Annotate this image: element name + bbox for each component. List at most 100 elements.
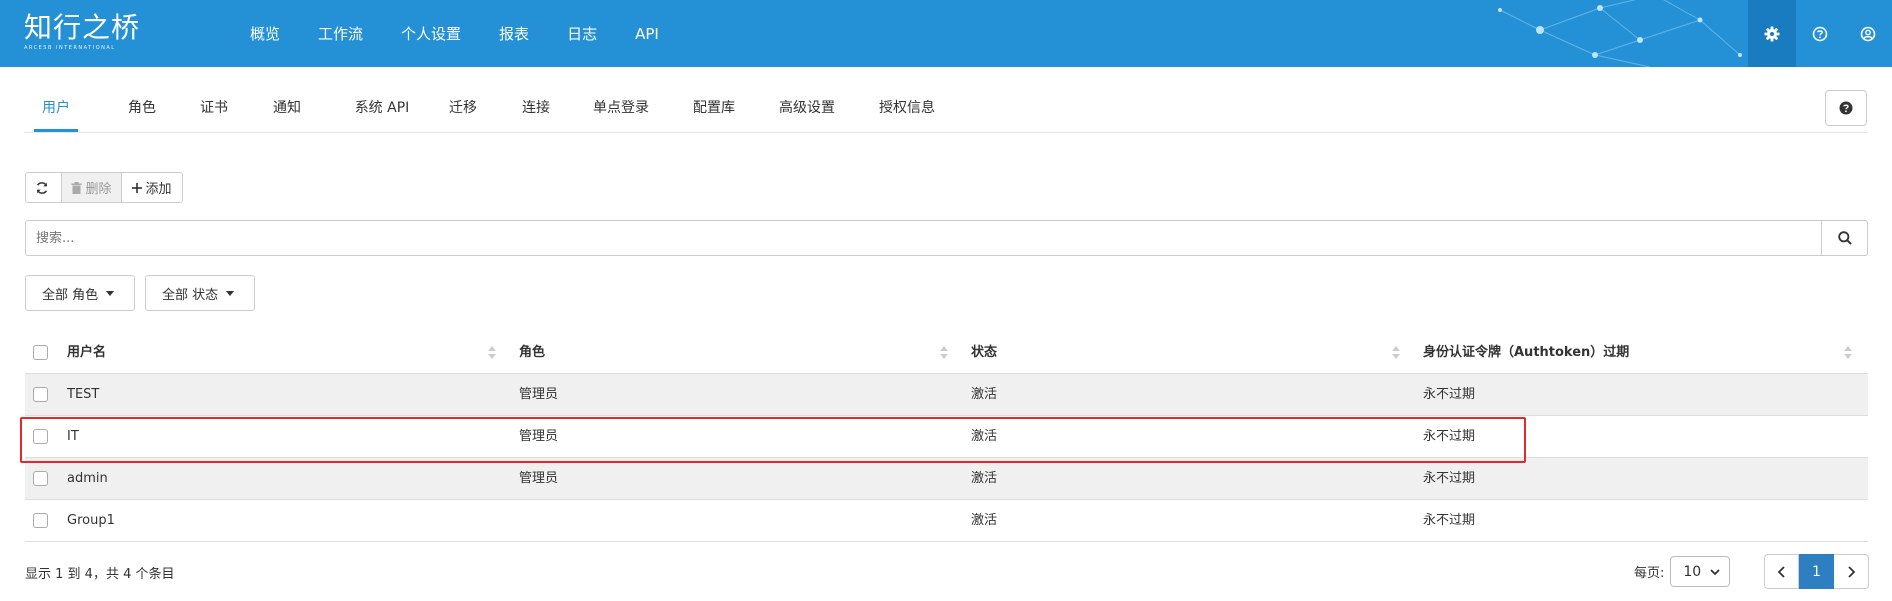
tab-connections[interactable]: 连接: [514, 90, 558, 132]
page-button-current[interactable]: 1: [1799, 554, 1834, 589]
settings-button[interactable]: [1748, 0, 1796, 67]
cell-role: 管理员: [519, 429, 559, 444]
caret-down-icon: [226, 290, 235, 296]
table-row[interactable]: admin 管理员 激活 永不过期: [25, 458, 1868, 500]
row-checkbox[interactable]: [33, 513, 48, 528]
tab-migration[interactable]: 迁移: [441, 90, 485, 132]
cell-username: IT: [67, 429, 79, 444]
chevron-right-icon: [1848, 565, 1856, 578]
per-page-value: 10: [1683, 563, 1702, 580]
filters: 全部 角色 全部 状态: [25, 275, 265, 311]
row-checkbox[interactable]: [33, 429, 48, 444]
pagination: 1: [1764, 554, 1869, 589]
column-header-role[interactable]: 角色: [519, 332, 959, 373]
main-nav: 概览 工作流 个人设置 报表 日志 API: [250, 0, 697, 67]
per-page-label: 每页:: [1634, 566, 1665, 581]
chevron-left-icon: [1777, 565, 1785, 578]
refresh-icon: [36, 181, 48, 194]
add-button[interactable]: 添加: [122, 172, 183, 203]
cell-authtoken-expiry: 永不过期: [1423, 387, 1476, 402]
cell-authtoken-expiry: 永不过期: [1423, 513, 1476, 528]
user-circle-icon: [1860, 26, 1876, 41]
column-header-username[interactable]: 用户名: [67, 332, 507, 373]
nav-logs[interactable]: 日志: [567, 23, 597, 44]
cell-status: 激活: [971, 429, 998, 444]
network-decoration: [1498, 0, 1742, 67]
search-input[interactable]: [25, 220, 1822, 256]
logo[interactable]: 知行之桥 ARCESB INTERNATIONAL: [24, 12, 140, 52]
row-checkbox[interactable]: [33, 387, 48, 402]
nav-workflow[interactable]: 工作流: [318, 23, 363, 44]
table-header-row: 用户名 角色 状态 身份认证令牌（Authtoken）过期: [25, 332, 1868, 374]
pagination-summary: 显示 1 到 4，共 4 个条目: [25, 567, 175, 582]
cell-role: [519, 500, 959, 541]
users-table: 用户名 角色 状态 身份认证令牌（Authtoken）过期 TEST 管理员 激…: [25, 332, 1868, 542]
cell-authtoken-expiry: 永不过期: [1423, 471, 1476, 486]
prev-page-button[interactable]: [1764, 554, 1799, 589]
table-toolbar: 删除 添加: [25, 172, 183, 203]
cell-status: 激活: [971, 513, 998, 528]
tab-notifications[interactable]: 通知: [265, 90, 309, 132]
status-filter-label: 全部 状态: [162, 287, 219, 303]
top-navbar: 知行之桥 ARCESB INTERNATIONAL 概览 工作流 个人设置 报表…: [0, 0, 1892, 67]
search-icon: [1837, 231, 1852, 245]
sort-icon[interactable]: [940, 344, 948, 362]
caret-down-icon: [106, 290, 115, 296]
nav-reports[interactable]: 报表: [499, 23, 529, 44]
page-help-button[interactable]: [1825, 90, 1867, 126]
sort-icon[interactable]: [488, 344, 496, 362]
tab-roles[interactable]: 角色: [120, 90, 164, 132]
gear-icon: [1764, 26, 1780, 41]
column-header-status[interactable]: 状态: [971, 332, 1411, 373]
select-all-checkbox[interactable]: [33, 345, 48, 360]
tab-license-info[interactable]: 授权信息: [871, 90, 943, 132]
cell-username: Group1: [67, 513, 115, 528]
cell-username: TEST: [67, 387, 100, 402]
cell-username: admin: [67, 471, 108, 486]
refresh-button[interactable]: [25, 172, 62, 203]
add-label: 添加: [145, 182, 172, 197]
settings-tabs: 用户 角色 证书 通知 系统 API 迁移 连接 单点登录 配置库 高级设置 授…: [24, 90, 1868, 133]
table-row[interactable]: TEST 管理员 激活 永不过期: [25, 374, 1868, 416]
search-button[interactable]: [1822, 220, 1868, 256]
next-page-button[interactable]: [1834, 554, 1869, 589]
tab-advanced-settings[interactable]: 高级设置: [771, 90, 843, 132]
per-page-select[interactable]: 10: [1670, 556, 1731, 587]
plus-icon: [132, 182, 143, 193]
tab-system-api[interactable]: 系统 API: [337, 90, 427, 132]
cell-status: 激活: [971, 471, 998, 486]
tab-config-repo[interactable]: 配置库: [685, 90, 743, 132]
column-header-authtoken-expiry[interactable]: 身份认证令牌（Authtoken）过期: [1423, 332, 1863, 373]
cell-authtoken-expiry: 永不过期: [1423, 429, 1476, 444]
help-button[interactable]: [1796, 0, 1844, 67]
chevron-down-icon: [1710, 569, 1721, 576]
table-row[interactable]: IT 管理员 激活 永不过期: [25, 416, 1868, 458]
top-icon-bar: [1748, 0, 1892, 67]
trash-icon: [71, 181, 82, 194]
question-circle-icon: [1812, 26, 1828, 41]
nav-overview[interactable]: 概览: [250, 23, 280, 44]
cell-role: 管理员: [519, 471, 559, 486]
sort-icon[interactable]: [1844, 344, 1852, 362]
question-circle-icon: [1839, 101, 1853, 115]
per-page-control: 每页: 10: [1634, 556, 1731, 587]
cell-status: 激活: [971, 387, 998, 402]
row-checkbox[interactable]: [33, 471, 48, 486]
sort-icon[interactable]: [1392, 344, 1400, 362]
tab-users[interactable]: 用户: [34, 90, 78, 132]
role-filter-dropdown[interactable]: 全部 角色: [25, 275, 135, 311]
table-row[interactable]: Group1 激活 永不过期: [25, 500, 1868, 542]
nav-profile[interactable]: 个人设置: [401, 23, 461, 44]
status-filter-dropdown[interactable]: 全部 状态: [145, 275, 255, 311]
logo-subtext: ARCESB INTERNATIONAL: [24, 45, 116, 51]
role-filter-label: 全部 角色: [42, 287, 99, 303]
tab-certificates[interactable]: 证书: [192, 90, 236, 132]
search-bar: [25, 220, 1868, 256]
delete-button[interactable]: 删除: [62, 172, 122, 203]
cell-role: 管理员: [519, 387, 559, 402]
delete-label: 删除: [85, 182, 112, 197]
logo-text: 知行之桥: [24, 11, 141, 44]
tab-sso[interactable]: 单点登录: [585, 90, 657, 132]
nav-api[interactable]: API: [635, 25, 659, 43]
user-button[interactable]: [1844, 0, 1892, 67]
